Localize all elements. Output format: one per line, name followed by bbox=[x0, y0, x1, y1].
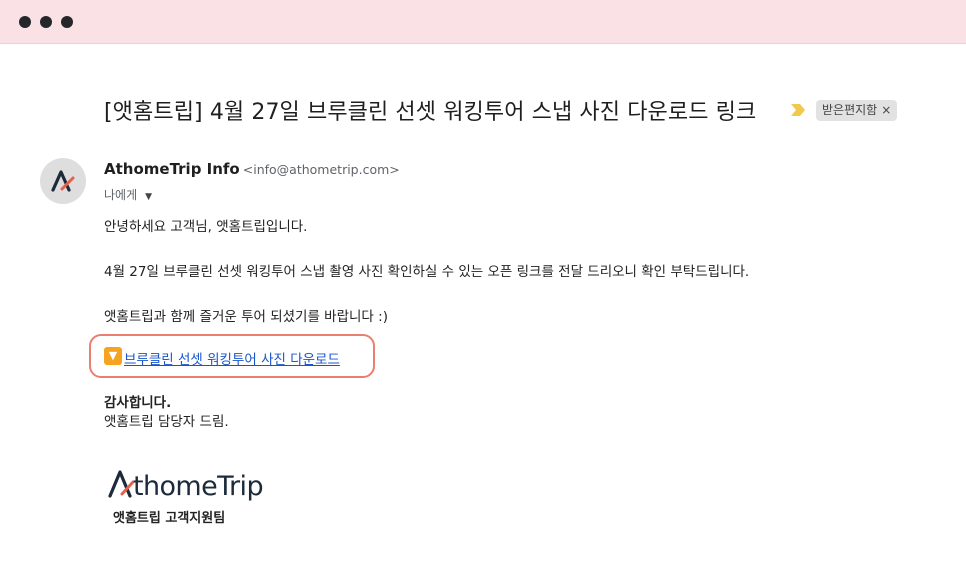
download-arrow-icon: ▼ bbox=[104, 347, 122, 365]
sender-avatar[interactable] bbox=[40, 158, 86, 204]
download-link[interactable]: 브루클린 선셋 워킹투어 사진 다운로드 bbox=[124, 348, 340, 368]
window-maximize-dot[interactable] bbox=[61, 16, 73, 28]
importance-marker-icon[interactable] bbox=[791, 104, 805, 116]
sender-email: <info@athometrip.com> bbox=[242, 162, 400, 177]
athometrip-logo-icon bbox=[51, 170, 75, 192]
greeting-text: 안녕하세요 고객님, 앳홈트립입니다. bbox=[104, 219, 308, 235]
closing-thanks: 감사합니다. bbox=[104, 395, 172, 411]
window-titlebar bbox=[0, 0, 966, 44]
signature-team-name: 앳홈트립 고객지원팀 bbox=[113, 511, 226, 526]
window-minimize-dot[interactable] bbox=[40, 16, 52, 28]
body-line-2: 앳홈트립과 함께 즐거운 투어 되셨기를 바랍니다 :) bbox=[104, 309, 388, 325]
recipient-details-caret-icon[interactable]: ▼ bbox=[145, 192, 152, 202]
svg-text:thomeTrip: thomeTrip bbox=[133, 471, 263, 502]
inbox-label-chip: 받은편지함 × bbox=[816, 100, 898, 121]
sender-name[interactable]: AthomeTrip Info bbox=[104, 160, 240, 178]
remove-label-icon[interactable]: × bbox=[881, 103, 891, 117]
closing-signoff: 앳홈트립 담당자 드림. bbox=[104, 414, 229, 430]
window-close-dot[interactable] bbox=[19, 16, 31, 28]
recipient-line[interactable]: 나에게 ▼ bbox=[104, 186, 152, 203]
inbox-label-text: 받은편지함 bbox=[822, 103, 878, 117]
athometrip-signature-logo: thomeTrip bbox=[108, 470, 264, 502]
sender-line: AthomeTrip Info <info@athometrip.com> bbox=[104, 160, 400, 178]
body-line-1: 4월 27일 브루클린 선셋 워킹투어 스냅 촬영 사진 확인하실 수 있는 오… bbox=[104, 264, 750, 280]
email-subject: [앳홈트립] 4월 27일 브루클린 선셋 워킹투어 스냅 사진 다운로드 링크 bbox=[104, 100, 757, 125]
recipient-label: 나에게 bbox=[104, 188, 138, 202]
